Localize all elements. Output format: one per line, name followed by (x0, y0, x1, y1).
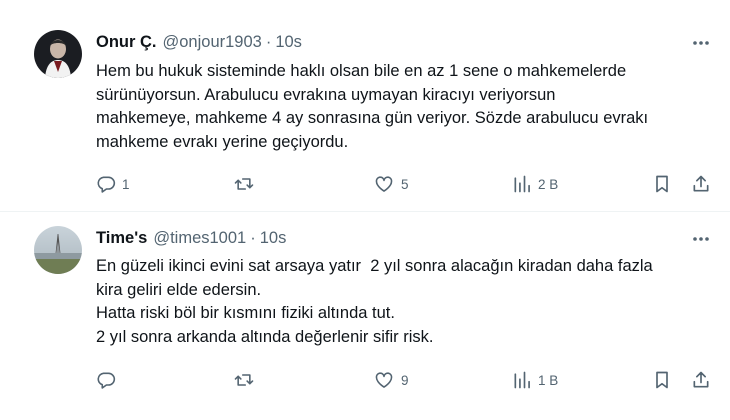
timestamp[interactable]: 10s (275, 33, 302, 52)
tweet-text-line: mahkeme evrakı yerine geçiyordu. (96, 132, 349, 151)
author-name[interactable]: Onur Ç. (96, 33, 157, 52)
tweet-text-line: Hem bu hukuk sisteminde haklı olsan bile… (96, 62, 627, 80)
retweet-button[interactable] (233, 368, 261, 392)
reply-button[interactable]: 1 (96, 172, 130, 196)
tweet-text: Hem bu hukuk sisteminde haklı olsan bile… (96, 60, 696, 154)
avatar[interactable] (34, 30, 82, 78)
timestamp[interactable]: 10s (260, 229, 287, 248)
bookmark-button[interactable] (653, 172, 671, 196)
views-count: 1 B (538, 372, 559, 388)
retweet-button[interactable] (233, 172, 261, 196)
share-icon (691, 370, 711, 390)
author-handle[interactable]: @times1001 (153, 229, 246, 248)
separator-dot: · (250, 228, 256, 247)
like-button[interactable]: 9 (373, 368, 409, 392)
heart-icon (373, 370, 395, 390)
more-icon[interactable] (690, 230, 712, 248)
separator-dot: · (265, 32, 272, 51)
bookmark-icon (653, 370, 671, 390)
share-icon (691, 174, 711, 194)
share-button[interactable] (691, 368, 711, 392)
tweet-text-line: Hatta riski böl bir kısmını fiziki altın… (96, 304, 395, 322)
avatar[interactable] (34, 226, 82, 274)
more-icon[interactable] (690, 34, 712, 52)
tweet-text-line: En güzeli ikinci evini sat arsaya yatır … (96, 257, 653, 275)
reply-count: 1 (122, 176, 130, 192)
tweet-text-line: mahkemeye, mahkeme 4 ay sonrasına gün ve… (96, 109, 649, 127)
views-count: 2 B (538, 176, 559, 192)
bookmark-button[interactable] (653, 368, 671, 392)
tweet-header: Time's @times1001 · 10s (96, 227, 286, 249)
heart-icon (373, 174, 395, 194)
retweet-icon (233, 174, 255, 194)
author-handle[interactable]: @onjour1903 (163, 33, 262, 52)
like-count: 9 (401, 372, 409, 388)
tweet: Onur Ç. @onjour1903 · 10s Hem bu hukuk s… (0, 0, 730, 212)
reply-button[interactable] (96, 368, 122, 392)
action-bar: 1 5 2 B (0, 172, 730, 196)
share-button[interactable] (691, 172, 711, 196)
tweet-text-line: kira geliri elde edersin. (96, 280, 262, 299)
views-icon (512, 174, 532, 194)
author-name[interactable]: Time's (96, 229, 147, 248)
bookmark-icon (653, 174, 671, 194)
views-button[interactable]: 1 B (512, 368, 558, 392)
like-button[interactable]: 5 (373, 172, 409, 196)
reply-icon (96, 174, 116, 194)
tweet-text-line: sürünüyorsun. Arabulucu evrakına uymayan… (96, 85, 556, 104)
tweet-header: Onur Ç. @onjour1903 · 10s (96, 31, 302, 53)
views-icon (512, 370, 532, 390)
tweet-text-line: 2 yıl sonra arkanda altında değerlenir s… (96, 327, 434, 346)
reply-icon (96, 370, 116, 390)
retweet-icon (233, 370, 255, 390)
like-count: 5 (401, 176, 409, 192)
tweet: Time's @times1001 · 10s En güzeli ikinci… (0, 212, 730, 420)
action-bar: 9 1 B (0, 368, 730, 392)
tweet-text: En güzeli ikinci evini sat arsaya yatır … (96, 255, 696, 349)
views-button[interactable]: 2 B (512, 172, 558, 196)
